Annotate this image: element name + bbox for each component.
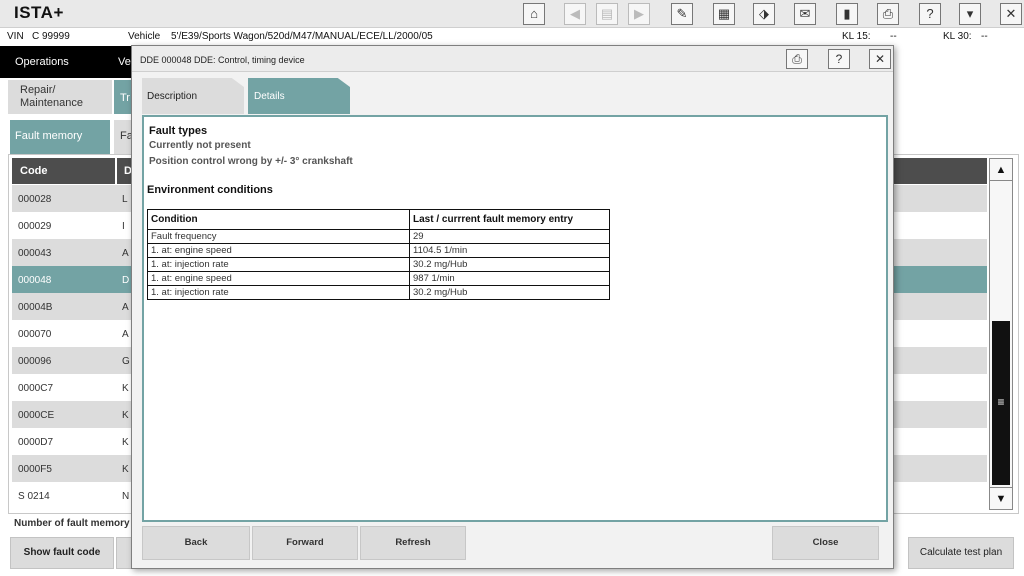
show-fault-code-button[interactable]: Show fault code	[10, 537, 114, 569]
fault-description: Position control wrong by +/- 3° cranksh…	[149, 156, 353, 167]
back-button[interactable]: Back	[142, 526, 250, 560]
row-code: 000028	[18, 194, 52, 205]
scroll-up-arrow-icon[interactable]: ▲	[990, 159, 1012, 181]
kl30-value: --	[981, 31, 988, 42]
row-description: K	[122, 437, 129, 448]
scroll-thumb[interactable]: ≡	[992, 321, 1010, 485]
app-title: ISTA+	[14, 3, 64, 22]
forward-button[interactable]: Forward	[252, 526, 358, 560]
vin-label: VIN	[7, 31, 24, 42]
row-description: I	[122, 221, 125, 232]
tab-fault-memory[interactable]: Fault memory	[10, 120, 110, 154]
row-description: K	[122, 464, 129, 475]
minimize-icon[interactable]: ▾	[959, 3, 981, 25]
header-condition: Condition	[147, 209, 410, 230]
clipboard-icon[interactable]: ▤	[596, 3, 618, 25]
condition-cell: 1. at: injection rate	[147, 285, 410, 300]
row-description: K	[122, 383, 129, 394]
row-code: 000096	[18, 356, 52, 367]
vehicle-info-bar: VIN C 99999 Vehicle 5'/E39/Sports Wagon/…	[0, 28, 1024, 46]
documents-icon[interactable]: ▦	[713, 3, 735, 25]
condition-cell: 1. at: engine speed	[147, 243, 410, 258]
fault-details-dialog: DDE 000048 DDE: Control, timing device ⎙…	[131, 45, 894, 569]
row-description: L	[122, 194, 128, 205]
header-divider	[115, 158, 117, 184]
row-code: 000048	[18, 275, 52, 286]
scroll-down-arrow-icon[interactable]: ▼	[990, 487, 1012, 509]
close-button[interactable]: Close	[772, 526, 879, 560]
value-cell: 29	[409, 229, 610, 244]
row-code: 0000CE	[18, 410, 55, 421]
row-code: 000070	[18, 329, 52, 340]
table-row: Fault frequency 29	[147, 229, 610, 244]
value-cell: 30.2 mg/Hub	[409, 257, 610, 272]
row-code: 000029	[18, 221, 52, 232]
value-cell: 1104.5 1/min	[409, 243, 610, 258]
title-bar: ISTA+ ⌂ ◀ ▤ ▶ ✎ ▦ ⬗ ✉ ▮ ⎙ ? ▾ ✕	[0, 0, 1024, 28]
vin-value: C 99999	[32, 31, 70, 42]
row-code: S 0214	[18, 491, 50, 502]
table-row: 1. at: injection rate 30.2 mg/Hub	[147, 257, 610, 272]
kl30-label: KL 30:	[943, 31, 972, 42]
row-description: A	[122, 329, 129, 340]
environment-table: Condition Last / currrent fault memory e…	[147, 209, 610, 300]
kl15-value: --	[890, 31, 897, 42]
table-row: 1. at: engine speed 987 1/min	[147, 271, 610, 286]
app-window: ISTA+ ⌂ ◀ ▤ ▶ ✎ ▦ ⬗ ✉ ▮ ⎙ ? ▾ ✕ VIN C 99…	[0, 0, 1024, 576]
list-scrollbar[interactable]: ▲ ≡ ▼	[989, 158, 1013, 510]
mail-icon[interactable]: ✉	[794, 3, 816, 25]
condition-cell: 1. at: injection rate	[147, 257, 410, 272]
table-row: 1. at: engine speed 1104.5 1/min	[147, 243, 610, 258]
print-icon[interactable]: ⎙	[786, 49, 808, 69]
fault-status: Currently not present	[149, 140, 251, 151]
dialog-header: DDE 000048 DDE: Control, timing device ⎙…	[132, 46, 893, 72]
vehicle-value: 5'/E39/Sports Wagon/520d/M47/MANUAL/ECE/…	[171, 31, 433, 42]
back-icon[interactable]: ◀	[564, 3, 586, 25]
grip-icon: ≡	[997, 395, 1005, 409]
row-code: 0000D7	[18, 437, 54, 448]
nav-repair-maintenance[interactable]: Repair/ Maintenance	[8, 80, 112, 114]
row-description: G	[122, 356, 130, 367]
tab-details[interactable]: Details	[248, 78, 350, 114]
value-cell: 30.2 mg/Hub	[409, 285, 610, 300]
row-description: K	[122, 410, 129, 421]
dialog-title: DDE 000048 DDE: Control, timing device	[140, 55, 305, 65]
help-icon[interactable]: ?	[828, 49, 850, 69]
details-panel: Fault types Currently not present Positi…	[142, 115, 888, 522]
row-description: N	[122, 491, 130, 502]
condition-cell: Fault frequency	[147, 229, 410, 244]
table-row: 1. at: injection rate 30.2 mg/Hub	[147, 285, 610, 300]
connection-icon[interactable]: ⬗	[753, 3, 775, 25]
forward-icon[interactable]: ▶	[628, 3, 650, 25]
value-cell: 987 1/min	[409, 271, 610, 286]
row-description: A	[122, 248, 129, 259]
wrench-icon[interactable]: ✎	[671, 3, 693, 25]
row-description: A	[122, 302, 129, 313]
table-header-row: Condition Last / currrent fault memory e…	[147, 209, 610, 230]
row-code: 000043	[18, 248, 52, 259]
print-icon[interactable]: ⎙	[877, 3, 899, 25]
home-icon[interactable]: ⌂	[523, 3, 545, 25]
close-icon[interactable]: ✕	[869, 49, 891, 69]
battery-icon[interactable]: ▮	[836, 3, 858, 25]
tab-description[interactable]: Description	[142, 78, 244, 114]
condition-cell: 1. at: engine speed	[147, 271, 410, 286]
row-code: 0000C7	[18, 383, 54, 394]
close-icon[interactable]: ✕	[1000, 3, 1022, 25]
help-icon[interactable]: ?	[919, 3, 941, 25]
header-code[interactable]: Code	[20, 165, 48, 177]
row-code: 0000F5	[18, 464, 52, 475]
row-code: 00004B	[18, 302, 53, 313]
environment-heading: Environment conditions	[147, 184, 273, 196]
nav-operations[interactable]: Operations	[0, 46, 112, 78]
row-description: D	[122, 275, 130, 286]
fault-count-label: Number of fault memory	[14, 518, 130, 529]
kl15-label: KL 15:	[842, 31, 871, 42]
vehicle-label: Vehicle	[128, 31, 161, 42]
refresh-button[interactable]: Refresh	[360, 526, 466, 560]
calculate-test-plan-button[interactable]: Calculate test plan	[908, 537, 1014, 569]
header-last-entry: Last / currrent fault memory entry	[409, 209, 610, 230]
fault-types-heading: Fault types	[149, 125, 208, 137]
